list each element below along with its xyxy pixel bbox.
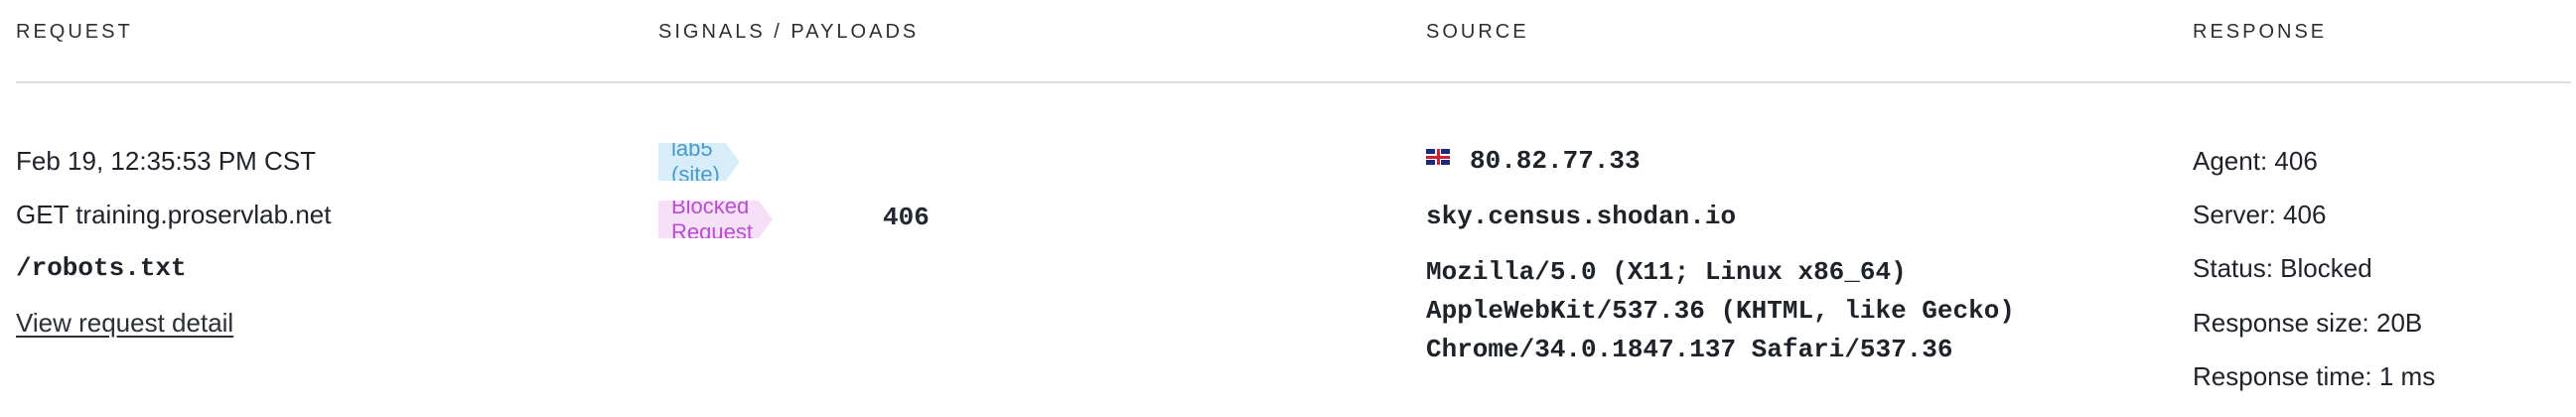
response-server: Server: 406 bbox=[2193, 200, 2327, 229]
header-divider bbox=[16, 81, 2571, 83]
table-header: REQUEST SIGNALS / PAYLOADS SOURCE RESPON… bbox=[16, 0, 2576, 82]
header-response: RESPONSE bbox=[2193, 21, 2328, 43]
user-agent-line: Mozilla/5.0 (X11; Linux x86_64) bbox=[1426, 257, 1907, 287]
response-size: Response size: 20B bbox=[2193, 308, 2423, 338]
uk-flag-icon bbox=[1426, 149, 1450, 165]
request-method-host: GET training.proservlab.net bbox=[16, 200, 332, 229]
user-agent-line: AppleWebKit/537.36 (KHTML, like Gecko) bbox=[1426, 296, 2015, 326]
response-agent: Agent: 406 bbox=[2193, 146, 2318, 176]
site-tag-label: lab5 (site) bbox=[671, 136, 720, 187]
response-status: Status: Blocked bbox=[2193, 253, 2372, 283]
blocked-request-tag[interactable]: Blocked Request bbox=[658, 201, 773, 238]
user-agent-line: Chrome/34.0.1847.137 Safari/537.36 bbox=[1426, 335, 1953, 364]
header-request: REQUEST bbox=[16, 21, 133, 43]
view-request-detail-link[interactable]: View request detail bbox=[16, 307, 233, 339]
site-tag[interactable]: lab5 (site) bbox=[658, 143, 740, 181]
requests-table: REQUEST SIGNALS / PAYLOADS SOURCE RESPON… bbox=[0, 0, 2576, 417]
request-timestamp: Feb 19, 12:35:53 PM CST bbox=[16, 146, 317, 176]
request-path: /robots.txt bbox=[16, 253, 187, 283]
blocked-request-tag-label: Blocked Request bbox=[671, 194, 753, 244]
header-source: SOURCE bbox=[1426, 21, 1529, 43]
source-hostname: sky.census.shodan.io bbox=[1426, 202, 1737, 231]
header-signals: SIGNALS / PAYLOADS bbox=[658, 21, 920, 43]
blocked-status-code: 406 bbox=[883, 203, 930, 232]
source-ip: 80.82.77.33 bbox=[1470, 146, 1641, 176]
response-time: Response time: 1 ms bbox=[2193, 361, 2436, 391]
